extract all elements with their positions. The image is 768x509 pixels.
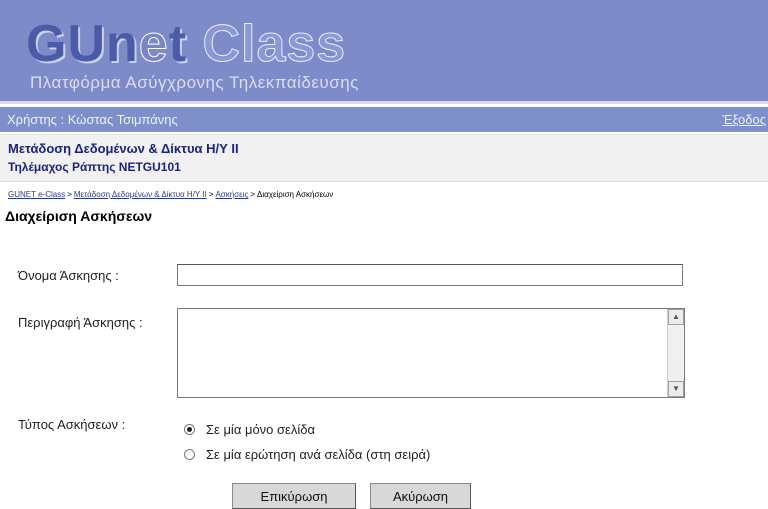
breadcrumb-separator: > <box>250 190 255 199</box>
course-info: Μετάδοση Δεδομένων & Δίκτυα Η/Υ ΙΙ Τηλέμ… <box>0 134 768 182</box>
radio-selected-icon[interactable] <box>184 424 195 435</box>
breadcrumb-course-link[interactable]: Μετάδοση Δεδομένων & Δίκτυα Η/Υ ΙΙ <box>74 190 207 199</box>
course-teacher-code: Τηλέμαχος Ράπτης NETGU101 <box>8 160 181 174</box>
scroll-down-arrow-icon[interactable]: ▼ <box>668 381 684 397</box>
cancel-button[interactable]: Ακύρωση <box>370 483 471 509</box>
header-banner: GUnet Class Πλατφόρμα Ασύγχρονης Τηλεκπα… <box>0 0 768 101</box>
option-label: Σε μία ερώτηση ανά σελίδα (στη σειρά) <box>206 447 431 462</box>
breadcrumb-separator: > <box>67 190 72 199</box>
breadcrumb-current: Διαχείριση Ασκήσεων <box>257 190 334 199</box>
exercise-name-label: Όνομα Άσκησης : <box>18 268 119 283</box>
option-label: Σε μία μόνο σελίδα <box>206 422 315 437</box>
course-title: Μετάδοση Δεδομένων & Δίκτυα Η/Υ ΙΙ <box>8 141 239 156</box>
logo-subtitle: Πλατφόρμα Ασύγχρονης Τηλεκπαίδευσης <box>30 73 359 92</box>
submit-button[interactable]: Επικύρωση <box>232 483 356 509</box>
logo: GUnet Class <box>26 15 347 73</box>
exercise-type-label: Τύπος Ασκήσεων : <box>18 417 126 432</box>
breadcrumb-exercises-link[interactable]: Ασκήσεις <box>215 190 248 199</box>
logo-text-part: t <box>168 15 203 73</box>
user-bar: Χρήστης : Κώστας Τσιμπάνης Έξοδος <box>0 107 768 132</box>
logo-text-part: Class <box>202 15 347 73</box>
scroll-up-arrow-icon[interactable]: ▲ <box>668 309 684 325</box>
page-title: Διαχείριση Ασκήσεων <box>5 208 153 224</box>
exercise-name-input[interactable] <box>177 264 683 286</box>
logo-text-part: e <box>138 15 169 73</box>
breadcrumb-home-link[interactable]: GUNET e-Class <box>8 190 65 199</box>
breadcrumb-separator: > <box>208 190 214 199</box>
breadcrumb: GUNET e-Class > Μετάδοση Δεδομένων & Δίκτυ… <box>8 190 333 199</box>
user-label: Χρήστης : Κώστας Τσιμπάνης <box>7 112 178 127</box>
exercise-description-textarea[interactable]: ▲ ▼ <box>177 308 685 398</box>
logo-text-part: GUn <box>26 15 139 73</box>
header-divider <box>0 101 768 104</box>
exercise-description-label: Περιγραφή Άσκησης : <box>18 315 143 330</box>
logout-link[interactable]: Έξοδος <box>722 112 766 127</box>
radio-unselected-icon[interactable] <box>184 449 195 460</box>
description-scrollbar[interactable]: ▲ ▼ <box>667 309 684 397</box>
